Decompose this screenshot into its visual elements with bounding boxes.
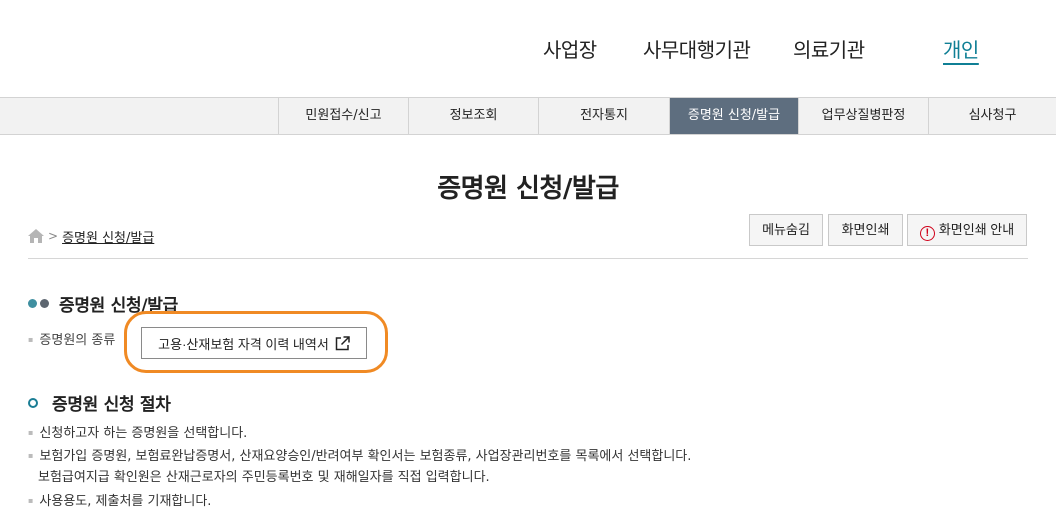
top-nav-agency[interactable]: 사무대행기관: [643, 34, 751, 63]
procedure-line: 보험급여지급 확인원은 산재근로자의 주민등록번호 및 재해일자를 직접 입력합…: [38, 470, 490, 485]
employment-insurance-history-button[interactable]: 고용·산재보험 자격 이력 내역서: [141, 327, 367, 359]
alert-icon: !: [919, 226, 935, 241]
breadcrumb: > 증명원 신청/발급: [28, 226, 154, 246]
top-nav-business[interactable]: 사업장: [543, 34, 597, 63]
top-nav-personal[interactable]: 개인: [943, 34, 979, 63]
menu-certificate[interactable]: 증명원 신청/발급: [669, 98, 798, 134]
print-guide-label: 화면인쇄 안내: [938, 222, 1015, 237]
external-link-icon: [335, 335, 350, 351]
section-certificate-title: 증명원 신청/발급: [28, 291, 178, 316]
divider: [28, 258, 1028, 259]
print-button[interactable]: 화면인쇄: [828, 214, 903, 246]
menu-complaint[interactable]: 민원접수/신고: [278, 98, 408, 134]
home-icon[interactable]: [28, 229, 44, 243]
procedure-line: 보험가입 증명원, 보험료완납증명서, 산재요양승인/반려여부 확인서는 보험종…: [28, 445, 691, 464]
menu-appeal[interactable]: 심사청구: [928, 98, 1056, 134]
cert-button-label: 고용·산재보험 자격 이력 내역서: [158, 336, 329, 352]
section-title-text: 증명원 신청/발급: [59, 296, 178, 316]
hide-menu-button[interactable]: 메뉴숨김: [749, 214, 823, 246]
menu-occupational-disease[interactable]: 업무상질병판정: [798, 98, 928, 134]
bullet-dot-icon: [40, 299, 49, 308]
bullet-ring-icon: [28, 397, 38, 408]
top-nav-medical[interactable]: 의료기관: [793, 34, 865, 63]
chevron-right-icon: >: [48, 229, 59, 243]
print-guide-button[interactable]: ! 화면인쇄 안내: [907, 214, 1027, 246]
bullet-dot-icon: [28, 299, 37, 308]
menu-info-lookup[interactable]: 정보조회: [408, 98, 538, 134]
section-procedure-title: 증명원 신청 절차: [28, 390, 171, 415]
section-title-text: 증명원 신청 절차: [52, 395, 171, 415]
procedure-line: 신청하고자 하는 증명원을 선택합니다.: [28, 422, 247, 441]
page-title: 증명원 신청/발급: [437, 174, 619, 204]
certificate-type-label: 증명원의 종류: [28, 329, 115, 348]
main-menu-bar: 민원접수/신고 정보조회 전자통지 증명원 신청/발급 업무상질병판정 심사청구: [0, 97, 1056, 135]
top-nav: 사업장 사무대행기관 의료기관 개인: [0, 0, 1056, 97]
menu-e-notice[interactable]: 전자통지: [538, 98, 669, 134]
breadcrumb-current[interactable]: 증명원 신청/발급: [62, 227, 154, 246]
procedure-line: 사용용도, 제출처를 기재합니다.: [28, 490, 211, 509]
